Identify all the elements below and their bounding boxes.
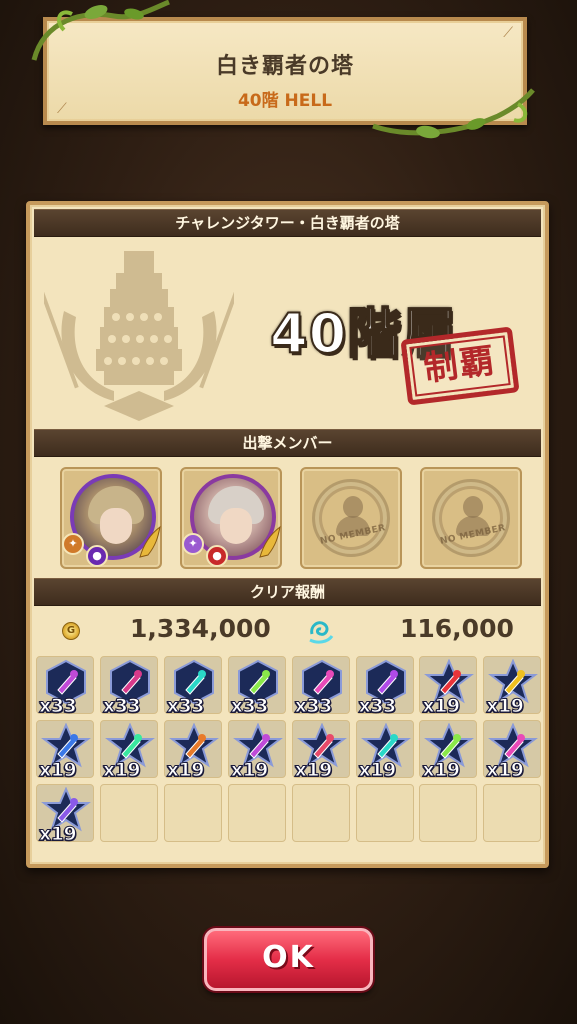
corner-ornament: ⟋: [503, 25, 513, 41]
empty-reward-slot: [291, 784, 350, 842]
item-count: x33: [294, 695, 333, 718]
reward-item[interactable]: x19: [483, 720, 542, 782]
item-count: x19: [486, 759, 525, 782]
soul-exp-icon: [309, 621, 334, 644]
reward-item[interactable]: x19: [419, 720, 478, 782]
coin-icon: G: [62, 622, 80, 640]
item-count: x33: [38, 695, 77, 718]
item-count: x19: [294, 759, 333, 782]
ok-button[interactable]: OK: [204, 928, 373, 991]
party-members: ✦ ● ✦ ● NO MEMBER NO MEMBER: [60, 467, 530, 571]
vine-decoration: [372, 88, 535, 139]
item-count: x33: [230, 695, 269, 718]
cleared-stamp: 制覇: [400, 326, 520, 406]
empty-reward-slot: [163, 784, 222, 842]
member-slot-2[interactable]: ✦ ●: [180, 467, 282, 569]
rewards-header: クリア報酬: [34, 578, 541, 606]
empty-reward-slot: [355, 784, 414, 842]
member-slot-3[interactable]: NO MEMBER: [300, 467, 402, 569]
element-icon: ●: [86, 545, 108, 567]
item-count: x19: [422, 759, 461, 782]
reward-item[interactable]: x33: [163, 656, 222, 718]
reward-item[interactable]: x33: [291, 656, 350, 718]
element-icon: ●: [206, 545, 228, 567]
item-count: x19: [38, 759, 77, 782]
no-member-icon: NO MEMBER: [312, 479, 390, 557]
item-count: x19: [486, 695, 525, 718]
reward-item[interactable]: x33: [355, 656, 414, 718]
corner-ornament: ⟋: [57, 101, 67, 117]
reward-item[interactable]: x19: [291, 720, 350, 782]
reward-item[interactable]: x19: [419, 656, 478, 718]
members-header: 出撃メンバー: [34, 429, 541, 457]
weapon-type-icon: ✦: [62, 533, 84, 555]
item-count: x19: [230, 759, 269, 782]
reward-item[interactable]: x19: [99, 720, 158, 782]
empty-reward-slot: [99, 784, 158, 842]
reward-item[interactable]: x19: [227, 720, 286, 782]
item-count: x19: [422, 695, 461, 718]
item-count: x19: [102, 759, 141, 782]
result-panel: チャレンジタワー・白き覇者の塔 40階層 制覇 出撃メンバー ✦ ● ✦ ● N…: [26, 201, 549, 868]
currency-rewards: G 1,334,000 116,000: [50, 612, 525, 646]
item-count: x33: [358, 695, 397, 718]
vine-decoration: [31, 0, 170, 61]
item-count: x19: [358, 759, 397, 782]
empty-reward-slot: [227, 784, 286, 842]
tower-emblem-icon: [44, 251, 234, 421]
item-count: x19: [166, 759, 205, 782]
gold-reward: 1,334,000: [130, 614, 271, 643]
empty-reward-slot: [483, 784, 542, 842]
reward-item[interactable]: x33: [227, 656, 286, 718]
wing-icon: [259, 525, 281, 558]
reward-item[interactable]: x19: [36, 720, 94, 782]
empty-reward-slot: [419, 784, 478, 842]
reward-item[interactable]: x19: [355, 720, 414, 782]
reward-item[interactable]: x33: [99, 656, 158, 718]
member-slot-1[interactable]: ✦ ●: [60, 467, 162, 569]
reward-item[interactable]: x19: [483, 656, 542, 718]
reward-item[interactable]: x19: [36, 784, 94, 846]
reward-item[interactable]: x19: [163, 720, 222, 782]
section-header: チャレンジタワー・白き覇者の塔: [34, 209, 541, 237]
item-count: x19: [38, 823, 77, 846]
reward-item[interactable]: x33: [36, 656, 94, 718]
item-count: x33: [166, 695, 205, 718]
member-slot-4[interactable]: NO MEMBER: [420, 467, 522, 569]
no-member-icon: NO MEMBER: [432, 479, 510, 557]
wing-icon: [139, 525, 161, 558]
weapon-type-icon: ✦: [182, 533, 204, 555]
exp-reward: 116,000: [400, 614, 514, 643]
item-count: x33: [102, 695, 141, 718]
